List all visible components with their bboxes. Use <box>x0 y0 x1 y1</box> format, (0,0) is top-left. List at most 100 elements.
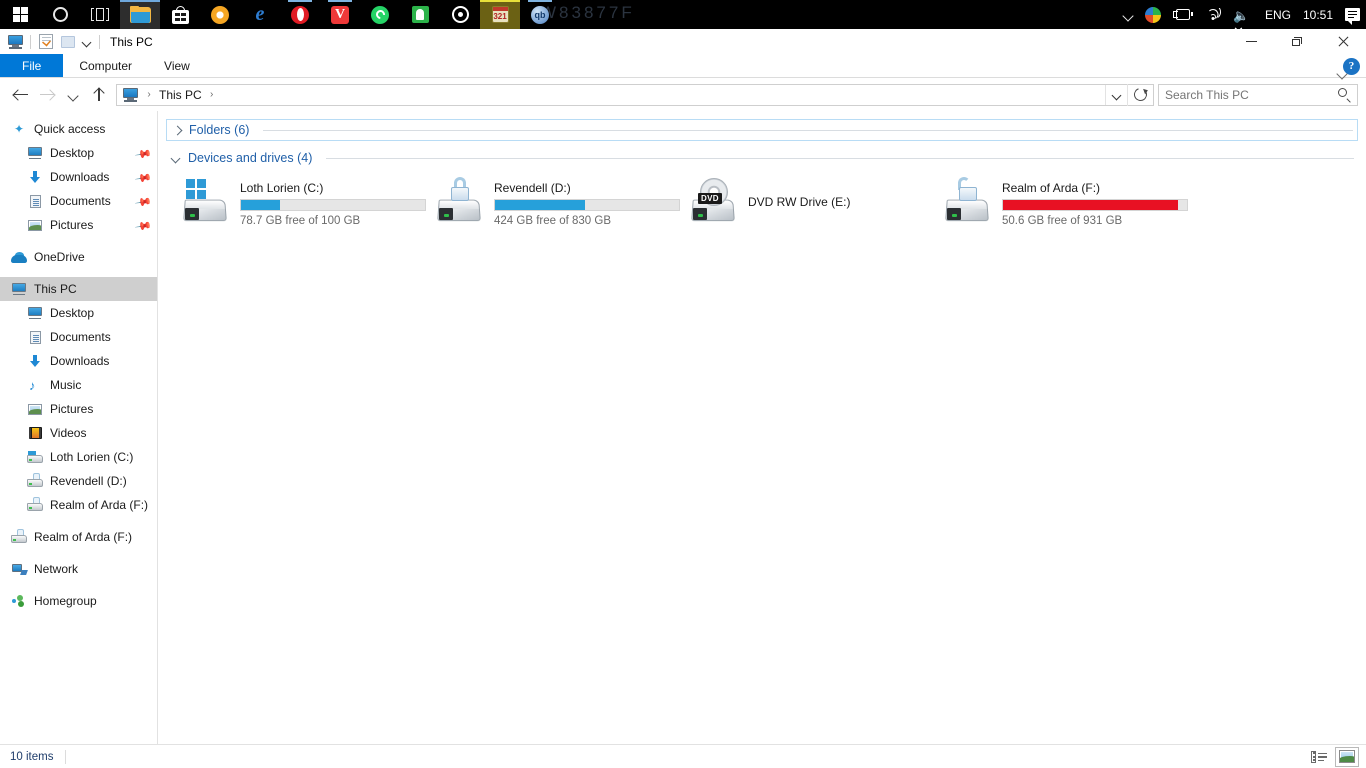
windows-logo-icon <box>12 7 28 22</box>
sidebar-item-label: Homegroup <box>34 594 97 608</box>
breadcrumb-separator-end[interactable]: › <box>206 89 218 100</box>
spiral-app-button[interactable] <box>440 0 480 29</box>
whatsapp-button[interactable] <box>360 0 400 29</box>
sidebar-item-pictures-quick[interactable]: Pictures 📌 <box>0 213 157 237</box>
edge-button[interactable]: e <box>240 0 280 29</box>
volume-tray-button[interactable]: 🔈✕ <box>1227 0 1259 39</box>
properties-quick-button[interactable] <box>35 31 57 53</box>
chevron-down-icon[interactable] <box>170 152 182 164</box>
chrome-button[interactable] <box>200 0 240 29</box>
drive-tile-realm-of-arda-f[interactable]: Realm of Arda (F:) 50.6 GB free of 931 G… <box>944 177 1198 227</box>
sidebar-item-onedrive[interactable]: OneDrive <box>0 245 157 269</box>
downloads-icon <box>26 170 44 184</box>
network-tray-button[interactable] <box>1199 0 1227 29</box>
vivaldi-button[interactable]: V <box>320 0 360 29</box>
navigation-pane[interactable]: ✦ Quick access Desktop 📌 Downloads 📌 Doc… <box>0 111 158 744</box>
breadcrumb-item-this-pc[interactable]: This PC <box>157 88 204 102</box>
ribbon-controls: ? <box>1335 54 1360 78</box>
network-icon <box>10 563 28 575</box>
sidebar-item-desktop[interactable]: Desktop <box>0 301 157 325</box>
task-view-icon <box>91 8 109 21</box>
language-indicator[interactable]: ENG <box>1259 0 1297 29</box>
sidebar-item-documents-quick[interactable]: Documents 📌 <box>0 189 157 213</box>
battery-charging-icon <box>1172 8 1193 21</box>
windows-drive-icon <box>26 451 44 463</box>
file-list-pane[interactable]: Folders (6) Devices and drives (4) Loth … <box>158 111 1366 744</box>
breadcrumb[interactable]: › This PC › <box>117 88 1105 102</box>
navigation-bar: › This PC › <box>0 78 1366 111</box>
details-view-button[interactable] <box>1308 748 1330 766</box>
refresh-button[interactable] <box>1127 83 1153 106</box>
calendar-app-button[interactable]: 321 <box>480 0 520 29</box>
sidebar-item-documents[interactable]: Documents <box>0 325 157 349</box>
tab-file[interactable]: File <box>0 54 64 77</box>
restore-icon <box>1292 37 1302 46</box>
action-center-button[interactable] <box>1339 0 1366 29</box>
vivaldi-icon: V <box>331 5 349 24</box>
opera-button[interactable] <box>280 0 320 29</box>
new-folder-quick-button[interactable] <box>57 31 79 53</box>
microsoft-store-button[interactable] <box>160 0 200 29</box>
sidebar-item-network[interactable]: Network <box>0 557 157 581</box>
qbittorrent-icon: qb <box>531 5 549 24</box>
close-button[interactable] <box>1320 29 1366 54</box>
sidebar-item-label: Pictures <box>50 218 94 232</box>
drive-tile-loth-lorien-c[interactable]: Loth Lorien (C:) 78.7 GB free of 100 GB <box>182 179 436 227</box>
search-box[interactable] <box>1158 83 1358 106</box>
sidebar-item-music[interactable]: ♪ Music <box>0 373 157 397</box>
sidebar-item-videos[interactable]: Videos <box>0 421 157 445</box>
download-manager-tray-button[interactable] <box>1139 0 1167 29</box>
drive-tile-dvd-rw-e[interactable]: DVD DVD RW Drive (E:) <box>690 178 944 227</box>
file-explorer-button[interactable] <box>120 0 160 29</box>
sidebar-item-downloads-quick[interactable]: Downloads 📌 <box>0 165 157 189</box>
drive-info: Loth Lorien (C:) 78.7 GB free of 100 GB <box>240 179 436 227</box>
recent-locations-button[interactable] <box>60 82 86 108</box>
customize-quick-access-toolbar-button[interactable] <box>79 31 95 53</box>
sidebar-item-loth-lorien-c[interactable]: Loth Lorien (C:) <box>0 445 157 469</box>
sidebar-item-homegroup[interactable]: Homegroup <box>0 589 157 613</box>
sidebar-item-downloads[interactable]: Downloads <box>0 349 157 373</box>
this-pc-quick-button[interactable] <box>4 31 26 53</box>
sidebar-item-this-pc[interactable]: This PC <box>0 277 157 301</box>
battery-tray-button[interactable] <box>1167 0 1199 29</box>
forward-button[interactable] <box>34 82 60 108</box>
qb-app-button[interactable]: qb <box>520 0 560 29</box>
sidebar-item-realm-of-arda-f-child[interactable]: Realm of Arda (F:) <box>0 493 157 517</box>
sidebar-item-quick-access[interactable]: ✦ Quick access <box>0 117 157 141</box>
toolbar-divider <box>30 34 31 49</box>
tab-view[interactable]: View <box>148 54 206 77</box>
pin-icon[interactable]: 📌 <box>134 145 152 164</box>
show-hidden-icons-button[interactable] <box>1117 0 1139 29</box>
large-icons-view-button[interactable] <box>1335 746 1359 767</box>
sidebar-item-desktop-quick[interactable]: Desktop 📌 <box>0 141 157 165</box>
address-bar[interactable]: › This PC › <box>116 83 1154 106</box>
clock[interactable]: 10:51 <box>1297 0 1339 29</box>
capacity-bar <box>240 199 426 211</box>
group-folders[interactable]: Folders (6) <box>166 119 1358 141</box>
cortana-button[interactable] <box>40 0 80 29</box>
task-view-button[interactable] <box>80 0 120 29</box>
documents-icon <box>26 330 44 344</box>
sidebar-item-label: Documents <box>50 330 111 344</box>
up-button[interactable] <box>86 82 112 108</box>
locked-drive-icon <box>26 473 44 487</box>
pin-icon[interactable]: 📌 <box>134 169 152 188</box>
tab-computer[interactable]: Computer <box>63 54 148 77</box>
group-devices-and-drives[interactable]: Devices and drives (4) <box>166 147 1358 169</box>
back-button[interactable] <box>8 82 34 108</box>
chevron-right-icon[interactable] <box>171 124 183 136</box>
breadcrumb-separator: › <box>147 89 151 100</box>
pin-icon[interactable]: 📌 <box>134 217 152 236</box>
sidebar-item-realm-of-arda-f[interactable]: Realm of Arda (F:) <box>0 525 157 549</box>
restore-button[interactable] <box>1274 29 1320 54</box>
arrow-right-icon <box>39 88 55 102</box>
store-bag-icon <box>171 5 189 24</box>
search-input[interactable] <box>1165 87 1338 102</box>
address-bar-dropdown-button[interactable] <box>1105 84 1127 105</box>
sidebar-item-revendell-d[interactable]: Revendell (D:) <box>0 469 157 493</box>
sidebar-item-pictures[interactable]: Pictures <box>0 397 157 421</box>
green-app-button[interactable] <box>400 0 440 29</box>
start-button[interactable] <box>0 0 40 29</box>
drive-tile-revendell-d[interactable]: Revendell (D:) 424 GB free of 830 GB <box>436 177 690 227</box>
pin-icon[interactable]: 📌 <box>134 193 152 212</box>
